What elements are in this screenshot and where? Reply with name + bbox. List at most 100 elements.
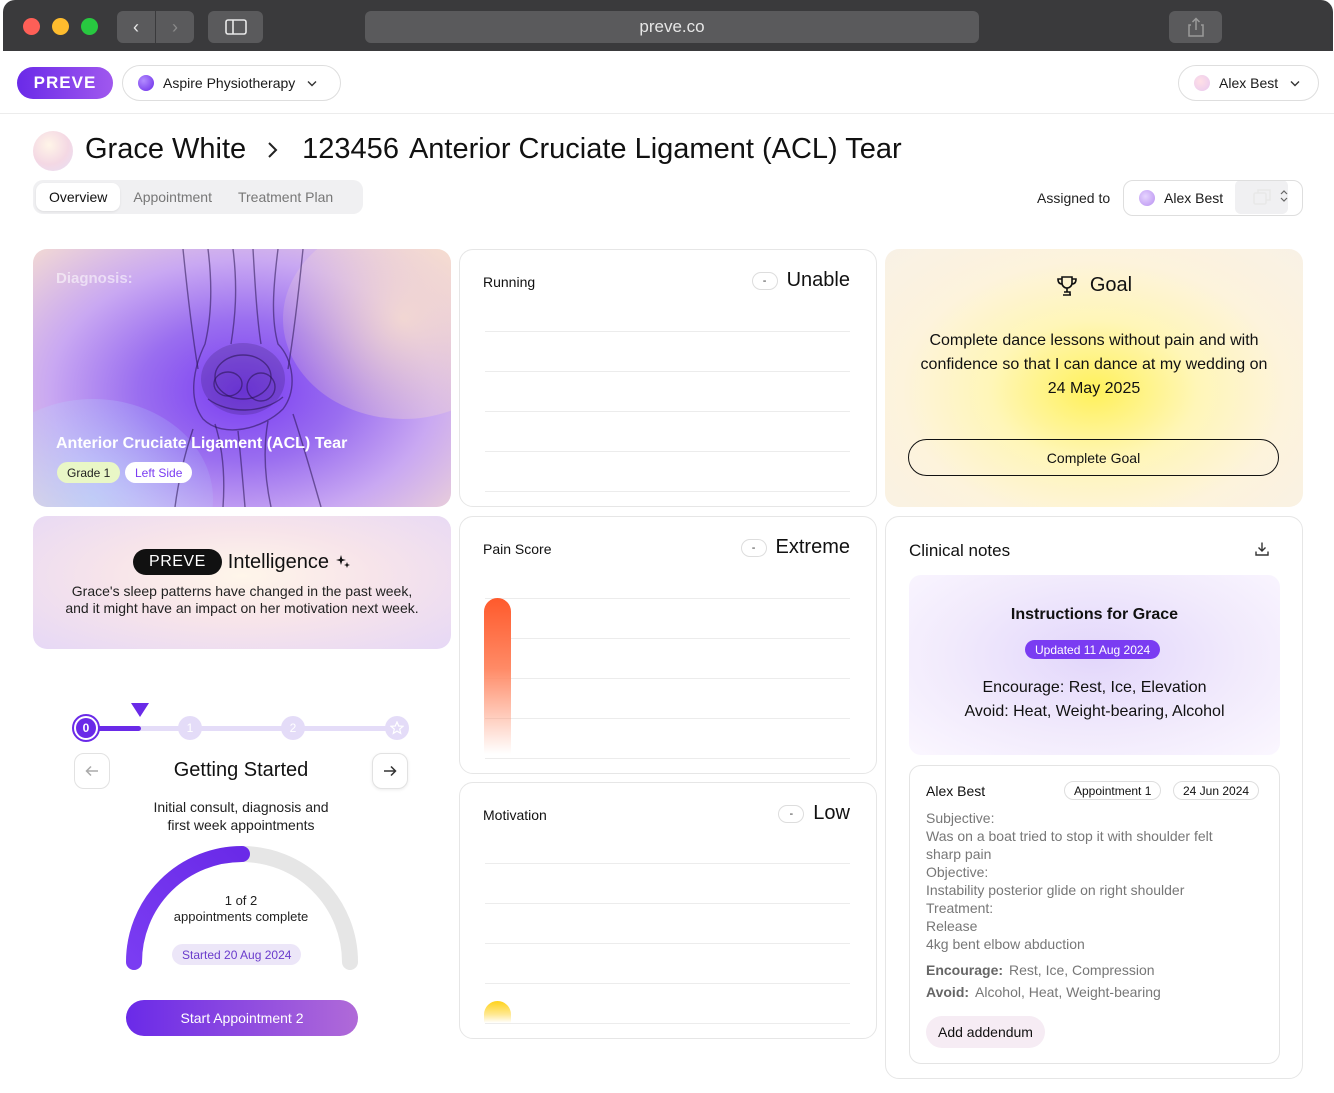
pain-value: Extreme	[775, 536, 850, 558]
goal-header: Goal	[885, 274, 1303, 297]
updown-icon	[1280, 190, 1288, 203]
running-value: Unable	[786, 269, 850, 291]
progress-step-1[interactable]: 1	[178, 716, 202, 740]
appointments-count: 1 of 2	[224, 893, 258, 908]
chevron-left-icon: ‹	[133, 16, 139, 37]
page-title: Grace White 123456 Anterior Cruciate Lig…	[85, 133, 902, 166]
intelligence-card: PREVE Intelligence Grace's sleep pattern…	[33, 516, 451, 649]
user-menu[interactable]: Alex Best	[1178, 65, 1319, 101]
instructions-title: Instructions for Grace	[1010, 606, 1179, 623]
motivation-card: Motivation - Low	[459, 782, 877, 1039]
progress-step-0[interactable]: 0	[72, 714, 100, 742]
progress-step-2[interactable]: 2	[281, 716, 305, 740]
instructions-text: Encourage: Rest, Ice, Elevation Avoid: H…	[909, 676, 1280, 724]
address-bar[interactable]: preve.co	[365, 11, 979, 43]
case-tabs: Overview Appointment Treatment Plan	[33, 180, 363, 214]
goal-text: Complete dance lessons without pain and …	[905, 329, 1283, 401]
chevron-down-icon	[1290, 80, 1300, 86]
url-text: preve.co	[639, 17, 705, 36]
note-line: sharp pain	[926, 846, 992, 862]
pain-score-card: Pain Score - Extreme	[459, 516, 877, 774]
avoid-instruction: Avoid: Heat, Weight-bearing, Alcohol	[964, 703, 1225, 720]
download-icon[interactable]	[1254, 541, 1270, 557]
zoom-window-button[interactable]	[81, 18, 98, 35]
grid-line	[485, 411, 850, 412]
metric-value: - Unable	[751, 269, 850, 292]
start-appointment-button[interactable]: Start Appointment 2	[126, 1000, 358, 1036]
avoid-label: Avoid:	[926, 984, 970, 1000]
collapse-button[interactable]: -	[740, 538, 767, 557]
star-icon	[390, 721, 404, 735]
clinic-selector[interactable]: Aspire Physiotherapy	[122, 65, 341, 101]
metric-value: - Extreme	[740, 536, 850, 559]
progress-step-goal[interactable]	[385, 716, 409, 740]
metric-label: Motivation	[483, 807, 547, 823]
encourage-label: Encourage:	[926, 962, 1004, 978]
chevron-right-icon	[268, 141, 278, 158]
diagnosis-card[interactable]: Diagnosis: Anterior Cruciate Ligament (A…	[33, 249, 451, 507]
avoid-value: Alcohol, Heat, Weight-bearing	[975, 984, 1161, 1000]
running-card: Running - Unable	[459, 249, 877, 507]
intelligence-line: and it might have an impact on her motiv…	[65, 600, 419, 616]
clinical-notes-title: Clinical notes	[909, 541, 1011, 560]
intelligence-header: PREVE Intelligence	[33, 549, 451, 575]
grid-line	[485, 1023, 850, 1024]
diagnosis-label: Diagnosis:	[56, 270, 133, 287]
patient-name[interactable]: Grace White	[85, 133, 246, 166]
share-icon	[1187, 17, 1204, 37]
appointments-complete-label: appointments complete	[173, 909, 309, 924]
add-addendum-button[interactable]: Add addendum	[926, 1016, 1045, 1048]
appointment-badge: Appointment 1	[1064, 781, 1162, 800]
side-badge: Left Side	[125, 462, 193, 483]
minimize-window-button[interactable]	[52, 18, 69, 35]
share-button[interactable]	[1169, 11, 1222, 43]
case-title: Anterior Cruciate Ligament (ACL) Tear	[408, 133, 902, 165]
clinic-avatar	[138, 75, 154, 91]
grid-line	[485, 903, 850, 904]
tab-overview[interactable]: Overview	[36, 183, 121, 211]
next-stage-button[interactable]	[372, 753, 408, 789]
sparkle-icon	[335, 555, 350, 568]
forward-button[interactable]: ›	[156, 11, 194, 43]
started-date-badge: Started 20 Aug 2024	[172, 944, 302, 965]
goal-line: confidence so that I can dance at my wed…	[920, 356, 1268, 373]
note-entry[interactable]: Alex Best Appointment 1 24 Jun 2024 Subj…	[909, 765, 1280, 1064]
user-avatar	[1194, 75, 1210, 91]
goal-title: Goal	[1089, 274, 1133, 296]
grid-line	[485, 758, 850, 759]
metric-label: Running	[483, 274, 536, 290]
grid-line	[485, 943, 850, 944]
preve-logo[interactable]: PREVE	[17, 67, 113, 99]
note-line: Instability posterior glide on right sho…	[926, 882, 1185, 898]
encourage-value: Rest, Ice, Compression	[1009, 962, 1155, 978]
assignee-name: Alex Best	[1164, 190, 1224, 206]
clinic-name: Aspire Physiotherapy	[163, 75, 296, 91]
sidebar-icon	[224, 19, 247, 35]
note-line: Release	[926, 918, 978, 934]
grid-line	[485, 451, 850, 452]
clinical-notes-card: Clinical notes Instructions for Grace Up…	[885, 516, 1303, 1079]
tab-appointment[interactable]: Appointment	[120, 183, 225, 211]
arrow-right-icon	[384, 765, 397, 777]
collapse-button[interactable]: -	[751, 271, 778, 290]
arrow-left-icon	[85, 765, 98, 777]
intelligence-title: Intelligence	[227, 550, 329, 573]
encourage-instruction: Encourage: Rest, Ice, Elevation	[982, 679, 1207, 696]
trophy-icon	[1057, 275, 1077, 296]
gauge-text: 1 of 2 appointments complete	[150, 893, 332, 925]
collapse-button[interactable]: -	[778, 804, 805, 823]
back-button[interactable]: ‹	[117, 11, 155, 43]
previous-stage-button[interactable]	[74, 753, 110, 789]
complete-goal-button[interactable]: Complete Goal	[908, 439, 1279, 476]
date-badge: 24 Jun 2024	[1173, 781, 1260, 800]
pain-level-bar	[484, 598, 511, 754]
app-header: PREVE Aspire Physiotherapy Alex Best	[0, 51, 1334, 114]
close-window-button[interactable]	[23, 18, 40, 35]
assigned-to-label: Assigned to	[1037, 190, 1111, 206]
assigned-to-selector[interactable]: Alex Best	[1123, 180, 1303, 216]
note-line: Treatment:	[926, 900, 994, 916]
tab-treatment-plan[interactable]: Treatment Plan	[225, 183, 346, 211]
sidebar-toggle-button[interactable]	[208, 11, 263, 43]
updated-badge: Updated 11 Aug 2024	[1025, 640, 1161, 659]
grid-line	[485, 331, 850, 332]
